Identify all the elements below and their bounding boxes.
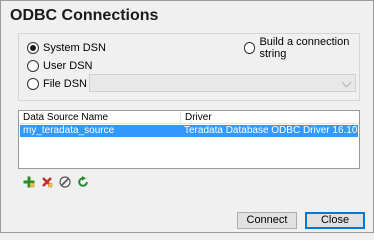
edit-icon[interactable] bbox=[59, 176, 71, 188]
odbc-connections-dialog: ODBC Connections System DSN Build a conn… bbox=[0, 0, 374, 233]
user-dsn-radio-indicator[interactable] bbox=[27, 60, 39, 72]
build-connection-string-radio-indicator[interactable] bbox=[244, 42, 256, 54]
delete-icon[interactable] bbox=[41, 176, 53, 188]
refresh-icon[interactable] bbox=[77, 176, 89, 188]
dialog-title: ODBC Connections bbox=[10, 7, 159, 24]
column-header-driver[interactable]: Driver bbox=[181, 112, 359, 124]
build-connection-string-radio[interactable]: Build a connection string bbox=[244, 36, 373, 60]
connect-button[interactable]: Connect bbox=[237, 212, 297, 229]
row-data-source-name: my_teradata_source bbox=[23, 125, 115, 136]
file-dsn-radio[interactable]: File DSN bbox=[27, 77, 87, 91]
file-dsn-dropdown[interactable] bbox=[89, 74, 356, 92]
data-source-table: Data Source Name Driver my_teradata_sour… bbox=[18, 110, 360, 169]
table-header: Data Source Name Driver bbox=[19, 111, 359, 124]
chevron-down-icon bbox=[341, 77, 352, 88]
close-button[interactable]: Close bbox=[305, 212, 365, 229]
build-connection-string-label: Build a connection string bbox=[259, 36, 350, 60]
close-button-label: Close bbox=[320, 214, 350, 226]
column-header-data-source-name[interactable]: Data Source Name bbox=[19, 112, 181, 124]
system-dsn-label: System DSN bbox=[43, 42, 106, 54]
file-dsn-label: File DSN bbox=[43, 78, 88, 90]
table-row[interactable]: my_teradata_source Teradata Database ODB… bbox=[20, 125, 358, 137]
connect-button-label: Connect bbox=[246, 214, 288, 226]
system-dsn-radio-indicator[interactable] bbox=[27, 42, 39, 54]
add-icon[interactable] bbox=[23, 176, 35, 188]
table-toolbar bbox=[23, 176, 89, 188]
system-dsn-radio[interactable]: System DSN bbox=[27, 41, 106, 55]
user-dsn-label: User DSN bbox=[43, 60, 93, 72]
user-dsn-radio[interactable]: User DSN bbox=[27, 59, 93, 73]
row-driver: Teradata Database ODBC Driver 16.10 bbox=[184, 125, 358, 136]
file-dsn-radio-indicator[interactable] bbox=[27, 78, 39, 90]
